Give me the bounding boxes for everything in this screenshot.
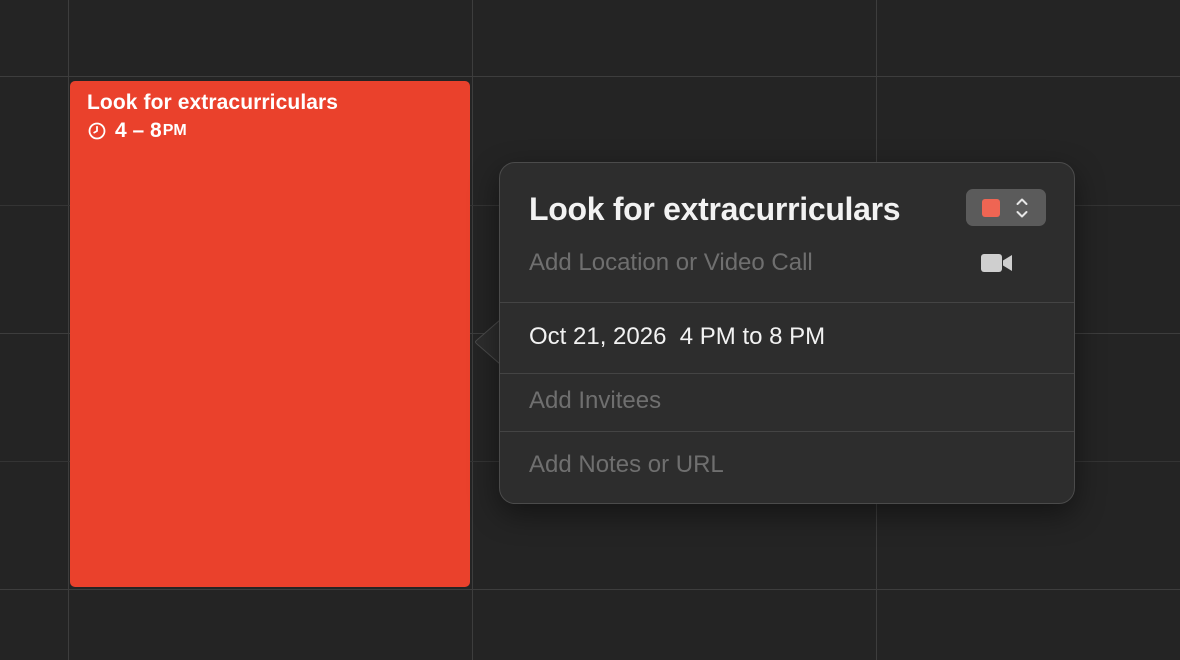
video-camera-icon[interactable] xyxy=(980,251,1014,275)
event-time-range: 4 – 8 xyxy=(115,119,162,142)
grid-column-divider xyxy=(68,0,69,660)
event-title: Look for extracurriculars xyxy=(87,91,339,114)
location-field[interactable]: Add Location or Video Call xyxy=(529,247,813,279)
event-date: Oct 21, 2026 xyxy=(529,323,667,350)
popover-divider xyxy=(500,302,1074,303)
calendar-color-swatch xyxy=(982,198,1000,217)
invitees-field[interactable]: Add Invitees xyxy=(529,385,661,417)
event-time-range-detail: 4 PM to 8 PM xyxy=(679,323,826,350)
event-time-suffix: PM xyxy=(162,122,187,139)
notes-url-field[interactable]: Add Notes or URL xyxy=(529,449,724,481)
grid-hour-line xyxy=(0,76,1180,77)
calendar-day-view: Look for extracurriculars 4 – 8 PM Look … xyxy=(0,0,1180,660)
event-date-time[interactable]: Oct 21, 2026 4 PM to 8 PM xyxy=(529,321,825,353)
clock-icon xyxy=(87,121,107,141)
popover-event-title[interactable]: Look for extracurriculars xyxy=(529,189,901,229)
event-time: 4 – 8 PM xyxy=(87,119,453,143)
grid-column-divider xyxy=(472,0,473,660)
popover-divider xyxy=(500,431,1074,432)
event-detail-popover: Look for extracurriculars Add Location o… xyxy=(499,162,1075,504)
calendar-event-block[interactable]: Look for extracurriculars 4 – 8 PM xyxy=(70,81,470,587)
popover-arrow xyxy=(475,320,500,364)
popover-divider xyxy=(500,373,1074,374)
chevron-up-down-icon xyxy=(1016,198,1028,217)
grid-hour-line xyxy=(0,589,1180,590)
calendar-color-picker[interactable] xyxy=(966,189,1046,226)
